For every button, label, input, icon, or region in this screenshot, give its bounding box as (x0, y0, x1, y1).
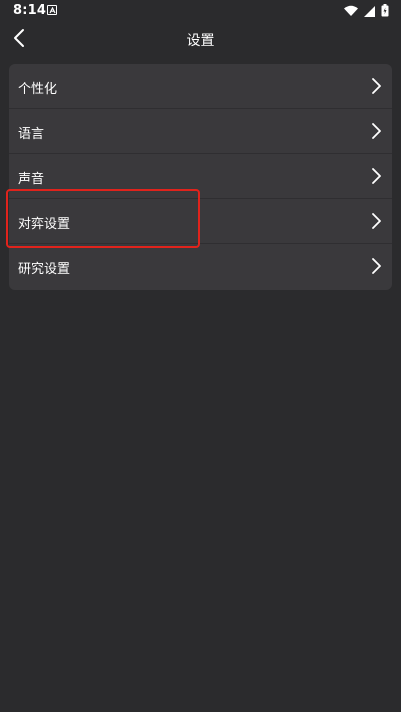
settings-list: 个性化 语言 声音 对弈设置 研究设置 (9, 64, 392, 290)
settings-item-label: 声音 (18, 172, 45, 187)
chevron-right-icon (370, 168, 382, 184)
settings-item-label: 语言 (18, 127, 45, 142)
chevron-right-icon (370, 258, 382, 274)
settings-item-game[interactable]: 对弈设置 (9, 199, 392, 244)
settings-item-language[interactable]: 语言 (9, 109, 392, 154)
chevron-right-icon (370, 78, 382, 94)
settings-item-label: 对弈设置 (18, 217, 71, 232)
settings-item-label: 个性化 (18, 82, 58, 97)
settings-item-personalization[interactable]: 个性化 (9, 64, 392, 109)
wifi-icon (344, 2, 358, 21)
status-bar: 8:14 (0, 0, 401, 24)
chevron-right-icon (370, 123, 382, 139)
a-box-icon (47, 5, 57, 15)
status-icons (344, 2, 389, 21)
battery-icon (381, 2, 389, 21)
chevron-right-icon (370, 213, 382, 229)
header: 设置 (0, 24, 401, 56)
signal-icon (364, 2, 375, 21)
page-title: 设置 (186, 33, 215, 49)
settings-item-label: 研究设置 (18, 262, 71, 277)
settings-item-sound[interactable]: 声音 (9, 154, 392, 199)
status-time: 8:14 (13, 3, 47, 18)
settings-item-research[interactable]: 研究设置 (9, 244, 392, 290)
